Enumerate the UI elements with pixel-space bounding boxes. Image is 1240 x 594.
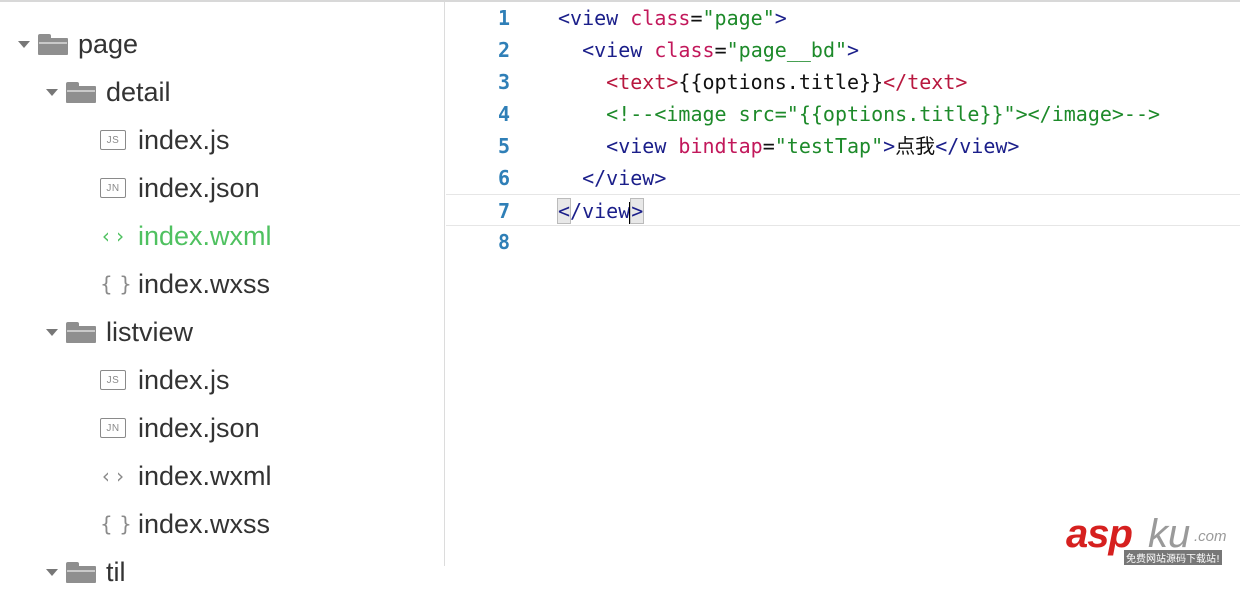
code-line[interactable]: 1 <view class="page"> — [446, 2, 1240, 34]
watermark-com: .com — [1194, 528, 1227, 545]
line-number: 7 — [497, 199, 510, 223]
expand-arrow-icon[interactable] — [18, 40, 30, 48]
code-line[interactable]: 4 <!--<image src="{{options.title}}"></i… — [446, 98, 1240, 130]
folder-icon — [66, 561, 96, 583]
folder-icon — [66, 321, 96, 343]
code-line[interactable]: 6 </view> — [446, 162, 1240, 194]
code-line[interactable]: 2 <view class="page__bd"> — [446, 34, 1240, 66]
file-label: index.wxml — [138, 220, 272, 251]
tag-open: <view — [606, 134, 679, 158]
tag-close: </text> — [883, 70, 968, 94]
file-label: index.js — [138, 124, 230, 155]
tag-close: > — [774, 6, 787, 30]
tag-open: <text> — [606, 70, 679, 94]
file-item-detail-js[interactable]: JS index.js — [100, 118, 230, 162]
line-number: 5 — [497, 134, 510, 158]
expand-arrow-icon[interactable] — [46, 328, 58, 336]
tag-open: <view — [582, 38, 655, 62]
attr-value: "page" — [702, 6, 775, 30]
expand-arrow-icon[interactable] — [46, 88, 58, 96]
file-item-listview-wxml[interactable]: ‹ › index.wxml — [100, 454, 272, 498]
line-number: 3 — [497, 70, 510, 94]
file-item-listview-js[interactable]: JS index.js — [100, 358, 230, 402]
tag-close: </view> — [935, 134, 1020, 158]
file-label: index.json — [138, 172, 260, 203]
attr-name: bindtap — [678, 134, 763, 158]
js-file-icon: JS — [100, 130, 126, 150]
folder-icon — [38, 33, 68, 55]
tag-close: > — [847, 38, 860, 62]
attr-eq: = — [762, 134, 775, 158]
code-editor[interactable]: 1 <view class="page"> 2 <view class="pag… — [446, 2, 1240, 566]
file-item-detail-wxss[interactable]: { } index.wxss — [100, 262, 270, 306]
file-item-listview-json[interactable]: JN index.json — [100, 406, 260, 450]
attr-eq: = — [714, 38, 727, 62]
watermark-asp: asp — [1066, 512, 1133, 556]
line-number: 1 — [497, 6, 510, 30]
code-line-active[interactable]: 7 </view> — [446, 194, 1240, 226]
tag-close: </view> — [582, 166, 667, 190]
file-item-listview-wxss[interactable]: { } index.wxss — [100, 502, 270, 546]
tag-open: <view — [558, 6, 631, 30]
code-comment: <!--<image src="{{options.title}}"></ima… — [606, 102, 1161, 126]
attr-name: class — [654, 38, 715, 62]
bracket-match: < — [556, 198, 572, 224]
js-file-icon: JS — [100, 370, 126, 390]
attr-eq: = — [690, 6, 703, 30]
file-label: index.wxss — [138, 508, 271, 539]
code-line[interactable]: 3 <text>{{options.title}}</text> — [446, 66, 1240, 98]
file-label: index.json — [138, 412, 260, 443]
folder-label: listview — [106, 316, 194, 347]
style-file-icon: { } — [100, 272, 132, 296]
file-tree: page detail JS index.js JN index.json ‹ … — [0, 2, 445, 587]
folder-label: page — [78, 28, 139, 59]
text-content: {{options.title}} — [678, 70, 884, 94]
file-label: index.wxml — [138, 460, 272, 491]
expand-arrow-icon[interactable] — [46, 568, 58, 576]
bracket-match: > — [630, 198, 645, 224]
code-line[interactable]: 8 — [446, 226, 1240, 258]
folder-partial[interactable]: til — [46, 550, 126, 594]
folder-detail[interactable]: detail — [46, 70, 171, 114]
folder-label: detail — [106, 76, 171, 107]
watermark-logo: asp ku .com 免费网站源码下载站! — [1066, 512, 1236, 565]
folder-icon — [66, 81, 96, 103]
folder-page[interactable]: page — [18, 22, 138, 66]
attr-value: "testTap" — [774, 134, 884, 158]
line-number: 2 — [497, 38, 510, 62]
folder-listview[interactable]: listview — [46, 310, 193, 354]
tag-close: /view — [570, 199, 631, 223]
tag-gt: > — [883, 134, 896, 158]
attr-value: "page__bd" — [726, 38, 848, 62]
attr-name: class — [630, 6, 691, 30]
watermark-subtitle: 免费网站源码下载站! — [1124, 550, 1223, 565]
text-content: 点我 — [895, 134, 936, 158]
json-file-icon: JN — [100, 418, 126, 438]
style-file-icon: { } — [100, 512, 132, 536]
folder-label: til — [106, 556, 126, 587]
file-label: index.js — [138, 364, 230, 395]
file-item-detail-json[interactable]: JN index.json — [100, 166, 260, 210]
code-file-icon: ‹ › — [101, 224, 125, 248]
json-file-icon: JN — [100, 178, 126, 198]
file-item-detail-wxml[interactable]: ‹ › index.wxml — [100, 214, 272, 258]
code-line[interactable]: 5 <view bindtap="testTap">点我</view> — [446, 130, 1240, 162]
line-number: 4 — [497, 102, 510, 126]
line-number: 8 — [497, 230, 510, 254]
code-file-icon: ‹ › — [101, 464, 125, 488]
line-number: 6 — [497, 166, 510, 190]
file-label: index.wxss — [138, 268, 271, 299]
